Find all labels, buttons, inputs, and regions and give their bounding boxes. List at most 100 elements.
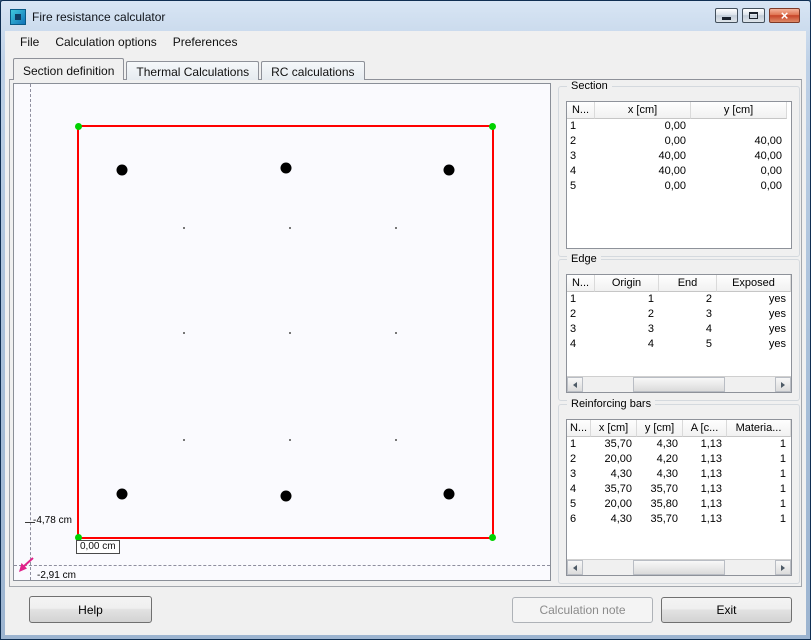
scrollbar-thumb[interactable] bbox=[633, 377, 725, 392]
table-cell[interactable]: 2 bbox=[567, 307, 595, 322]
table-cell[interactable]: 4 bbox=[567, 482, 591, 497]
table-cell[interactable]: 3 bbox=[595, 322, 659, 337]
scrollbar-track[interactable] bbox=[583, 560, 775, 575]
table-cell[interactable]: 3 bbox=[567, 322, 595, 337]
table-cell[interactable]: yes bbox=[717, 292, 791, 307]
table-cell[interactable]: 1,13 bbox=[683, 467, 727, 482]
table-cell[interactable]: 40,00 bbox=[595, 164, 691, 179]
table-cell[interactable]: 3 bbox=[567, 467, 591, 482]
help-button[interactable]: Help bbox=[29, 596, 152, 623]
table-cell[interactable]: yes bbox=[717, 322, 791, 337]
table-cell[interactable]: 1,13 bbox=[683, 482, 727, 497]
table-cell[interactable]: 0,00 bbox=[691, 164, 787, 179]
table-cell[interactable]: 1 bbox=[727, 452, 791, 467]
table-cell[interactable]: 1 bbox=[595, 292, 659, 307]
table-cell[interactable]: 1,13 bbox=[683, 497, 727, 512]
table-cell[interactable]: 1 bbox=[567, 437, 591, 452]
table-cell[interactable]: 35,70 bbox=[591, 482, 637, 497]
table-cell[interactable]: 1 bbox=[727, 467, 791, 482]
rebar-dot[interactable] bbox=[443, 488, 455, 500]
table-cell[interactable]: 35,70 bbox=[637, 512, 683, 527]
table-cell[interactable]: 4 bbox=[595, 337, 659, 352]
table-cell[interactable]: 20,00 bbox=[591, 452, 637, 467]
table-row[interactable]: 3 3 4 yes bbox=[567, 322, 791, 337]
table-cell[interactable]: 4,30 bbox=[591, 467, 637, 482]
table-cell[interactable]: 5 bbox=[567, 497, 591, 512]
table-cell[interactable]: 0,00 bbox=[595, 134, 691, 149]
scrollbar-left-button[interactable] bbox=[567, 377, 583, 392]
rebar-dot[interactable] bbox=[116, 164, 128, 175]
table-cell[interactable]: 1,13 bbox=[683, 437, 727, 452]
table-cell[interactable]: 0,00 bbox=[595, 119, 691, 134]
table-row[interactable]: 1 0,00 bbox=[567, 119, 791, 134]
scrollbar-thumb[interactable] bbox=[633, 560, 725, 575]
vertex-handle[interactable] bbox=[489, 123, 496, 130]
table-row[interactable]: 6 4,30 35,70 1,13 1 bbox=[567, 512, 791, 527]
table-cell[interactable]: 4 bbox=[567, 337, 595, 352]
table-cell[interactable] bbox=[691, 119, 787, 134]
table-cell[interactable]: 40,00 bbox=[691, 134, 787, 149]
close-button[interactable]: × bbox=[769, 8, 800, 23]
table-cell[interactable]: 35,80 bbox=[637, 497, 683, 512]
table-cell[interactable]: 2 bbox=[595, 307, 659, 322]
drawing-canvas[interactable]: -4,78 cm 0,00 cm -2,91 cm bbox=[13, 83, 551, 581]
table-cell[interactable]: 1,13 bbox=[683, 512, 727, 527]
table-row[interactable]: 1 35,70 4,30 1,13 1 bbox=[567, 437, 791, 452]
table-cell[interactable]: 1 bbox=[567, 292, 595, 307]
table-row[interactable]: 2 0,00 40,00 bbox=[567, 134, 791, 149]
table-cell[interactable]: yes bbox=[717, 337, 791, 352]
table-cell[interactable]: 4 bbox=[567, 164, 595, 179]
table-cell[interactable]: 35,70 bbox=[591, 437, 637, 452]
table-cell[interactable]: 1 bbox=[727, 497, 791, 512]
vertex-handle[interactable] bbox=[75, 123, 82, 130]
table-cell[interactable]: 1 bbox=[567, 119, 595, 134]
table-row[interactable]: 2 2 3 yes bbox=[567, 307, 791, 322]
tab-thermal-calculations[interactable]: Thermal Calculations bbox=[126, 61, 260, 80]
table-cell[interactable]: 4,30 bbox=[591, 512, 637, 527]
table-cell[interactable]: 1 bbox=[727, 437, 791, 452]
rebar-table[interactable]: N... x [cm] y [cm] A [c... Materia... 1 35,70… bbox=[566, 419, 792, 576]
maximize-button[interactable] bbox=[742, 8, 765, 23]
edge-table[interactable]: N... Origin End Exposed 1 1 2 yes 2 2 3 yes 3 3 4 yes 4… bbox=[566, 274, 792, 393]
tab-section-definition[interactable]: Section definition bbox=[13, 58, 125, 80]
table-cell[interactable]: 5 bbox=[567, 179, 595, 194]
table-cell[interactable]: 2 bbox=[659, 292, 717, 307]
table-cell[interactable]: 4,20 bbox=[637, 452, 683, 467]
table-cell[interactable]: 4,30 bbox=[637, 467, 683, 482]
table-cell[interactable]: 40,00 bbox=[595, 149, 691, 164]
table-cell[interactable]: 1 bbox=[727, 482, 791, 497]
table-cell[interactable]: 0,00 bbox=[691, 179, 787, 194]
table-cell[interactable]: 6 bbox=[567, 512, 591, 527]
calculation-note-button[interactable]: Calculation note bbox=[512, 597, 653, 623]
table-cell[interactable]: 2 bbox=[567, 452, 591, 467]
section-table[interactable]: N... x [cm] y [cm] 1 0,00 2 0,00 40,00 3 40,00 40… bbox=[566, 101, 792, 249]
table-cell[interactable]: 1 bbox=[727, 512, 791, 527]
menu-item-file[interactable]: File bbox=[12, 32, 47, 52]
table-cell[interactable]: 1,13 bbox=[683, 452, 727, 467]
exit-button[interactable]: Exit bbox=[661, 597, 792, 623]
table-cell[interactable]: 40,00 bbox=[691, 149, 787, 164]
table-row[interactable]: 1 1 2 yes bbox=[567, 292, 791, 307]
menu-item-preferences[interactable]: Preferences bbox=[165, 32, 246, 52]
table-cell[interactable]: 20,00 bbox=[591, 497, 637, 512]
table-cell[interactable]: yes bbox=[717, 307, 791, 322]
table-row[interactable]: 2 20,00 4,20 1,13 1 bbox=[567, 452, 791, 467]
tab-rc-calculations[interactable]: RC calculations bbox=[261, 61, 365, 80]
table-cell[interactable]: 35,70 bbox=[637, 482, 683, 497]
section-outline[interactable] bbox=[75, 123, 496, 541]
scrollbar-left-button[interactable] bbox=[567, 560, 583, 575]
titlebar[interactable]: Fire resistance calculator × bbox=[2, 2, 809, 31]
vertex-handle[interactable] bbox=[489, 534, 496, 541]
table-row[interactable]: 5 0,00 0,00 bbox=[567, 179, 791, 194]
table-cell[interactable]: 2 bbox=[567, 134, 595, 149]
table-cell[interactable]: 0,00 bbox=[595, 179, 691, 194]
menu-item-calculation-options[interactable]: Calculation options bbox=[47, 32, 164, 52]
table-row[interactable]: 3 4,30 4,30 1,13 1 bbox=[567, 467, 791, 482]
scrollbar-right-button[interactable] bbox=[775, 377, 791, 392]
table-row[interactable]: 5 20,00 35,80 1,13 1 bbox=[567, 497, 791, 512]
scrollbar-right-button[interactable] bbox=[775, 560, 791, 575]
table-cell[interactable]: 4,30 bbox=[637, 437, 683, 452]
table-row[interactable]: 4 35,70 35,70 1,13 1 bbox=[567, 482, 791, 497]
minimize-button[interactable] bbox=[715, 8, 738, 23]
scrollbar-track[interactable] bbox=[583, 377, 775, 392]
